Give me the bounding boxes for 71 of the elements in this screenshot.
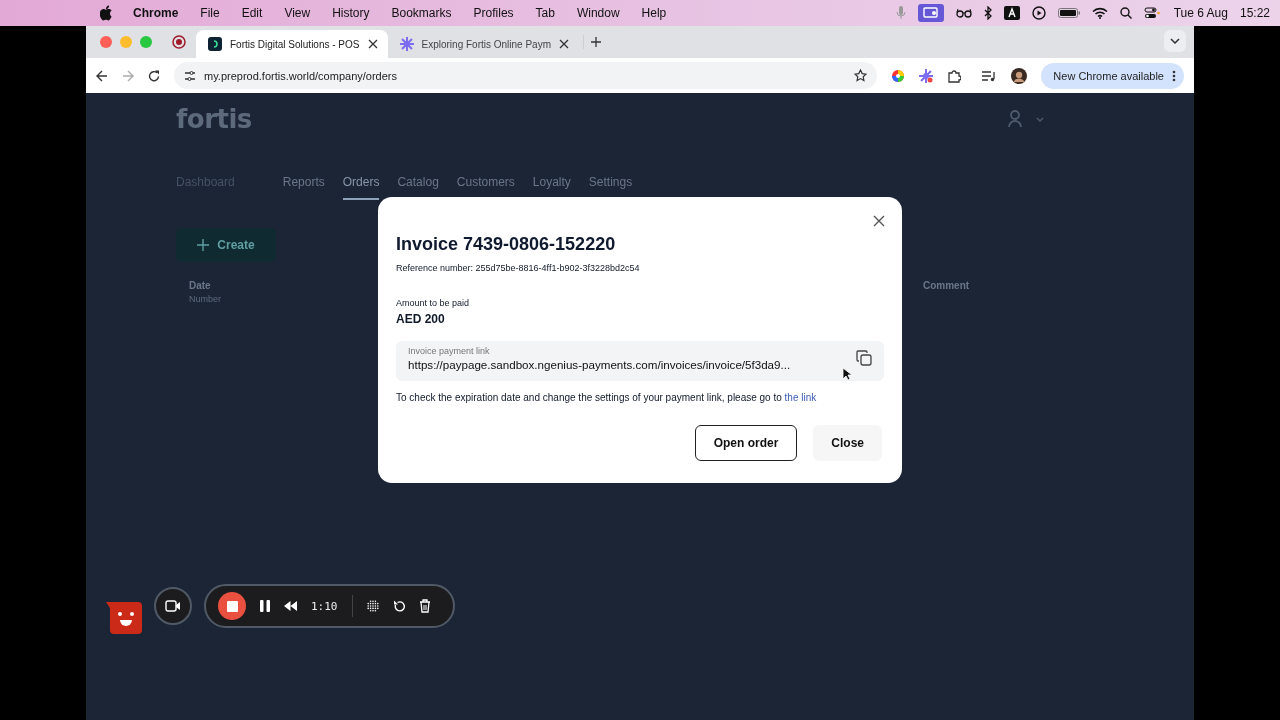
apple-icon bbox=[100, 5, 114, 21]
dialog-title: Invoice 7439-0806-152220 bbox=[396, 234, 617, 255]
app-menu[interactable]: Chrome bbox=[122, 6, 190, 20]
play-circle-icon[interactable] bbox=[1031, 6, 1046, 20]
close-icon[interactable] bbox=[873, 215, 885, 227]
recording-icon bbox=[172, 35, 186, 49]
chevron-down-icon[interactable] bbox=[1170, 38, 1180, 44]
column-header: Date bbox=[189, 280, 211, 291]
menubar-date: Tue 6 Aug bbox=[1173, 6, 1228, 20]
menu-item[interactable]: Edit bbox=[230, 6, 274, 20]
column-header: Comment bbox=[923, 280, 970, 291]
settings-link[interactable]: the link bbox=[784, 392, 817, 403]
new-tab-icon[interactable] bbox=[583, 35, 603, 49]
menu-item[interactable]: Bookmarks bbox=[380, 6, 463, 20]
browser-tab[interactable]: Fortis Digital Solutions - POS bbox=[196, 30, 388, 58]
column-subheader: Number bbox=[189, 294, 221, 304]
menu-item[interactable]: Tab bbox=[524, 6, 566, 20]
rewind-icon[interactable] bbox=[284, 601, 297, 611]
menu-item[interactable]: Window bbox=[565, 6, 631, 20]
battery-icon[interactable] bbox=[1057, 8, 1080, 18]
reload-icon[interactable] bbox=[148, 69, 160, 82]
create-button[interactable]: Create bbox=[176, 228, 276, 262]
nav-tab[interactable]: Orders bbox=[342, 175, 380, 200]
stop-button[interactable] bbox=[218, 592, 246, 620]
browser-tab[interactable]: Exploring Fortis Online Paym bbox=[387, 30, 579, 58]
glasses-icon[interactable] bbox=[955, 8, 972, 18]
menu-item[interactable]: File bbox=[189, 6, 231, 20]
menu-item[interactable]: Help bbox=[630, 6, 678, 20]
amount-value: AED 200 bbox=[396, 312, 446, 326]
open-order-button[interactable]: Open order bbox=[694, 425, 798, 461]
pause-icon[interactable] bbox=[260, 600, 270, 612]
screen-share-icon[interactable] bbox=[917, 4, 944, 22]
puzzle-icon[interactable] bbox=[947, 68, 962, 83]
update-chrome-button[interactable]: New Chrome available bbox=[1041, 62, 1184, 89]
address-bar[interactable]: my.preprod.fortis.world/company/orders bbox=[174, 62, 878, 89]
site-icon bbox=[208, 37, 222, 51]
recording-timer: 1:10 bbox=[311, 599, 338, 613]
brand-logo: fortis bbox=[176, 104, 252, 134]
close-button[interactable]: Close bbox=[813, 425, 882, 461]
menubar-clock: 15:22 bbox=[1239, 6, 1270, 20]
color-wheel-icon[interactable] bbox=[891, 68, 906, 83]
menu-item[interactable]: History bbox=[321, 6, 381, 20]
trash-icon[interactable] bbox=[418, 599, 431, 613]
video-camera-icon bbox=[165, 600, 181, 612]
menu-item[interactable]: View bbox=[273, 6, 322, 20]
reference-number: Reference number: 255d75be-8816-4ff1-b902-3f3228bd2c54 bbox=[396, 263, 641, 273]
smiley-chat-icon[interactable] bbox=[106, 600, 142, 634]
menu-item[interactable]: Profiles bbox=[462, 6, 525, 20]
payment-link-field[interactable]: Invoice payment link https://paypage.sandbox.ngenius-payments.com/invoices/invoice/5f3da9... bbox=[396, 341, 884, 381]
close-tab-icon[interactable] bbox=[367, 39, 378, 49]
plus-icon bbox=[197, 239, 210, 251]
close-tab-icon[interactable] bbox=[559, 39, 569, 49]
info-text: To check the expiration date and change the settings of your payment link, please go to the link bbox=[396, 392, 818, 403]
wifi-icon[interactable] bbox=[1091, 7, 1108, 19]
keyboard-input-icon[interactable] bbox=[1003, 6, 1020, 20]
stop-icon bbox=[226, 600, 238, 612]
media-queue-icon[interactable] bbox=[981, 69, 998, 82]
amount-label: Amount to be paid bbox=[396, 298, 471, 308]
site-settings-icon bbox=[184, 69, 196, 82]
bookmark-star-icon[interactable] bbox=[854, 69, 868, 82]
control-center-icon[interactable] bbox=[1143, 7, 1160, 19]
dot-grid-icon[interactable] bbox=[366, 600, 379, 612]
search-icon[interactable] bbox=[1119, 7, 1132, 19]
more-icon bbox=[1172, 69, 1176, 82]
profile-avatar-icon[interactable] bbox=[1011, 67, 1028, 84]
bluetooth-icon[interactable] bbox=[983, 6, 992, 20]
cursor-icon bbox=[842, 367, 851, 381]
copy-icon[interactable] bbox=[856, 350, 872, 366]
back-icon[interactable] bbox=[96, 69, 108, 82]
sparkle-icon bbox=[399, 37, 414, 51]
restart-icon[interactable] bbox=[392, 599, 405, 613]
